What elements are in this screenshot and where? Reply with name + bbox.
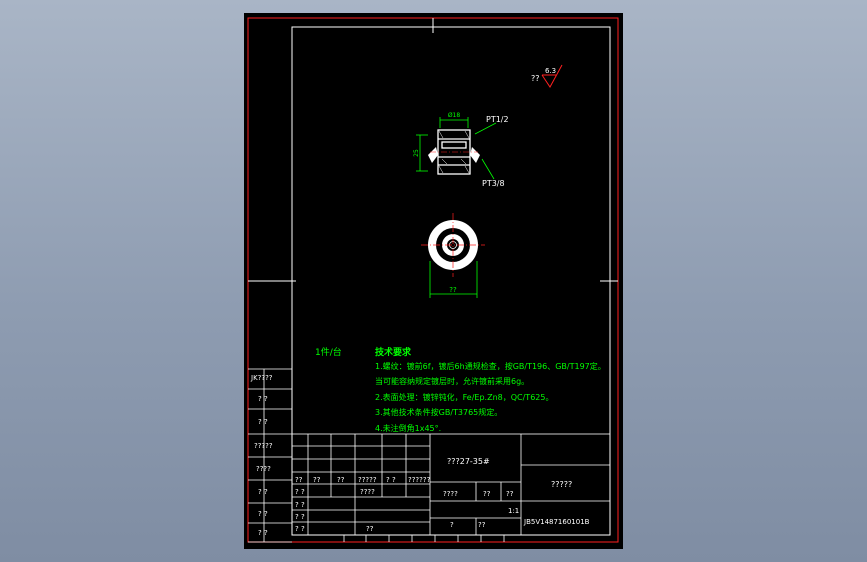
left-strip-cell: ? ?	[258, 529, 268, 537]
left-strip-cell: ? ?	[258, 395, 268, 403]
section-width-dim: Ø18	[448, 112, 461, 119]
title-block-left-row: ? ?	[295, 501, 305, 509]
top-view: ??	[421, 213, 485, 298]
title-block: ?? ?? ?? ????? ? ? ?????? ? ? ? ? ? ? ? …	[291, 433, 611, 542]
title-block-left-row: ? ?	[295, 525, 305, 533]
tech-requirement-line: 当可能容纳规定镀层时，允许镀前采用6g。	[375, 376, 529, 386]
title-block-bottom-label: ?	[450, 521, 454, 529]
tech-requirement-line: 3.其他技术条件按GB/T3765规定。	[375, 407, 502, 417]
title-block-left-row: ? ?	[295, 488, 305, 496]
title-block-row-header: ??	[295, 476, 303, 484]
scale-label: ??	[483, 490, 491, 498]
title-block-row-header: ? ?	[386, 476, 396, 484]
left-strip-cell: ? ?	[258, 418, 268, 426]
title-block-mid-label: ????	[360, 488, 375, 496]
sheet-border	[247, 17, 619, 543]
sheet-value: 1:1	[508, 507, 519, 515]
top-view-diameter-dim: ??	[449, 286, 457, 294]
cad-drawing: ?? 6.3 Ø18 25 PT1/2 PT3/8 ?? 1件/台 技术要求 1…	[247, 17, 619, 543]
section-view: Ø18 25 PT1/2 PT3/8	[413, 112, 509, 188]
left-strip-cell: ? ?	[258, 510, 268, 518]
title-block-left-row: ? ?	[295, 513, 305, 521]
drawing-viewport[interactable]: ?? 6.3 Ø18 25 PT1/2 PT3/8 ?? 1件/台 技术要求 1…	[244, 13, 623, 549]
section-height-dim: 25	[413, 149, 420, 157]
left-strip-cell: ????	[256, 465, 271, 473]
left-strip-cell: ?????	[254, 442, 273, 450]
title-block-bottom-label: ??	[366, 525, 374, 533]
left-strip-table: JK???? ? ? ? ? ????? ???? ? ? ? ? ? ?	[248, 368, 292, 543]
material-label: ???27-35#	[447, 457, 490, 466]
left-strip-cell: ? ?	[258, 488, 268, 496]
thread-bottom-label: PT3/8	[482, 179, 505, 188]
left-strip-cell: JK????	[250, 374, 273, 382]
title-block-bottom-label: ??	[478, 521, 486, 529]
tech-requirement-line: 2.表面处理：镀锌钝化，Fe/Ep.Zn8，QC/T625。	[375, 392, 553, 402]
thread-top-label: PT1/2	[486, 115, 509, 124]
surface-finish-symbol: ?? 6.3	[531, 64, 563, 88]
surface-finish-prefix: ??	[531, 74, 540, 83]
title-block-row-header: ??	[313, 476, 321, 484]
quantity-note: 1件/台	[315, 346, 342, 358]
tech-requirements-lines: 1.螺纹：镀前6f，镀后6h通规检查，按GB/T196、GB/T197定。 当可…	[375, 361, 606, 433]
tech-requirements-title: 技术要求	[375, 346, 412, 358]
drawing-number: JB5V1487160101B	[523, 518, 590, 526]
surface-finish-value: 6.3	[545, 67, 556, 75]
title-block-row-header: ??????	[408, 476, 431, 484]
tech-requirement-line: 1.螺纹：镀前6f，镀后6h通规检查，按GB/T196、GB/T197定。	[375, 361, 606, 371]
sheet-label: ??	[506, 490, 514, 498]
weight-label: ????	[443, 490, 458, 498]
tech-requirement-line: 4.未注倒角1x45°.	[375, 423, 441, 433]
title-block-row-header: ?????	[358, 476, 377, 484]
part-name: ?????	[551, 480, 572, 489]
title-block-row-header: ??	[337, 476, 345, 484]
